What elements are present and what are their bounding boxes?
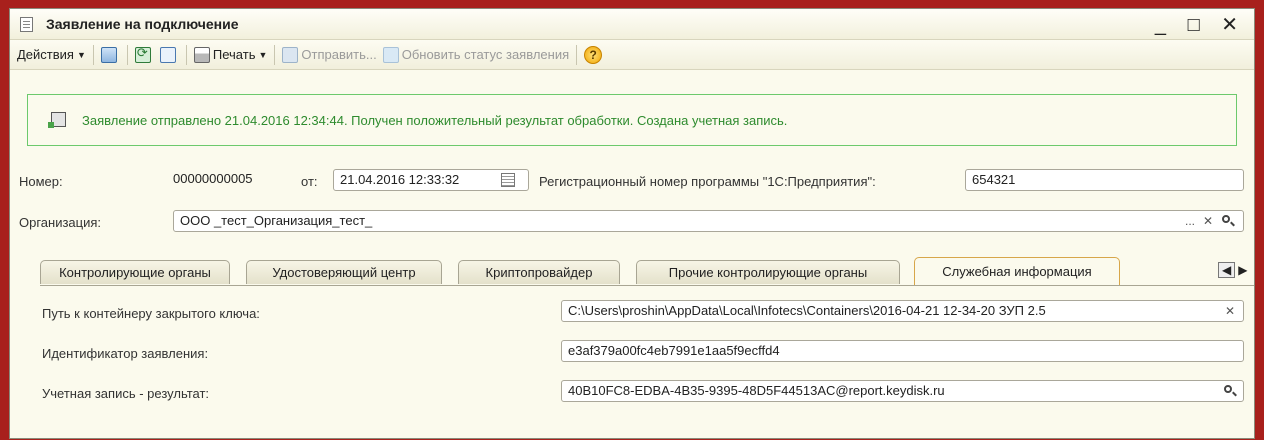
close-button[interactable]: ✕ (1221, 14, 1246, 36)
help-icon: ? (584, 45, 603, 64)
toolbar-separator (185, 44, 187, 65)
send-label: Отправить... (301, 47, 377, 62)
refresh-icon (134, 45, 151, 63)
request-id-value: e3af379a00fc4eb7991e1aa5f9ecffd4 (568, 343, 780, 358)
account-field[interactable]: 40B10FC8-EDBA-4B35-9395-48D5F44513AC@rep… (561, 380, 1244, 402)
tab-scroll-left-icon[interactable]: ◀ (1218, 262, 1236, 278)
copy-button[interactable] (157, 43, 182, 67)
actions-label: Действия (17, 47, 74, 62)
organization-label: Организация: (19, 215, 102, 230)
key-path-field[interactable]: C:\Users\proshin\AppData\Local\Infotecs\… (561, 300, 1244, 322)
status-notice-text: Заявление отправлено 21.04.2016 12:34:44… (82, 113, 788, 128)
window-controls: _ □ ✕ (1155, 12, 1246, 37)
search-icon[interactable] (1221, 214, 1235, 228)
tab-certification-center[interactable]: Удостоверяющий центр (246, 260, 442, 284)
status-notice: Заявление отправлено 21.04.2016 12:34:44… (27, 94, 1237, 146)
print-label: Печать (212, 47, 256, 62)
save-button[interactable] (98, 43, 123, 67)
toolbar-separator (274, 44, 276, 65)
key-path-label: Путь к контейнеру закрытого ключа: (42, 306, 260, 321)
application-window: Заявление на подключение _ □ ✕ Действия … (9, 8, 1255, 439)
chevron-down-icon: ▼ (76, 49, 86, 60)
from-label: от: (301, 174, 318, 189)
account-value: 40B10FC8-EDBA-4B35-9395-48D5F44513AC@rep… (568, 383, 945, 398)
actions-menu-button[interactable]: Действия ▼ (14, 43, 89, 67)
regnum-value: 654321 (972, 172, 1016, 187)
regnum-field[interactable]: 654321 (965, 169, 1244, 191)
tab-controlling-bodies[interactable]: Контролирующие органы (40, 260, 230, 284)
tab-service-info[interactable]: Служебная информация (914, 257, 1120, 286)
toolbar-separator (576, 44, 578, 65)
minimize-button[interactable]: _ (1155, 14, 1174, 36)
copy-icon (159, 46, 176, 63)
regnum-label: Регистрационный номер программы "1С:Пред… (539, 174, 876, 189)
send-button[interactable]: Отправить... (279, 43, 379, 67)
number-value: 00000000005 (173, 171, 253, 186)
calendar-icon[interactable] (501, 173, 515, 187)
printer-icon (193, 46, 210, 63)
request-id-label: Идентификатор заявления: (42, 346, 209, 361)
date-value: 21.04.2016 12:33:32 (340, 172, 460, 187)
tab-scroll: ◀ ▶ (1218, 262, 1247, 278)
request-id-field[interactable]: e3af379a00fc4eb7991e1aa5f9ecffd4 (561, 340, 1244, 362)
clear-key-path-icon[interactable]: ✕ (1222, 302, 1238, 320)
document-icon (20, 17, 33, 32)
title-bar[interactable]: Заявление на подключение _ □ ✕ (10, 9, 1254, 40)
account-label: Учетная запись - результат: (42, 386, 210, 401)
update-status-label: Обновить статус заявления (401, 47, 570, 62)
search-icon[interactable] (1223, 384, 1237, 398)
tab-other-bodies[interactable]: Прочие контролирующие органы (636, 260, 900, 284)
date-field[interactable]: 21.04.2016 12:33:32 (333, 169, 529, 191)
chevron-down-icon: ▼ (258, 49, 268, 60)
print-button[interactable]: Печать ▼ (191, 43, 271, 67)
update-status-button[interactable]: Обновить статус заявления (380, 43, 572, 67)
tab-crypto-provider[interactable]: Криптопровайдер (458, 260, 620, 284)
save-icon (100, 46, 117, 63)
toolbar-separator (126, 44, 128, 65)
organization-field[interactable]: ООО _тест_Организация_тест_ (173, 210, 1244, 232)
select-organization-button[interactable]: ... (1182, 212, 1198, 230)
maximize-button[interactable]: □ (1188, 14, 1208, 36)
number-label: Номер: (19, 174, 63, 189)
organization-value: ООО _тест_Организация_тест_ (180, 213, 373, 228)
clear-icon[interactable]: ✕ (1200, 212, 1216, 230)
window-title: Заявление на подключение (46, 16, 239, 32)
send-icon (282, 46, 299, 63)
refresh-button[interactable] (132, 43, 157, 67)
toolbar: Действия ▼ Печать ▼ Отправить... Обновит… (10, 40, 1254, 70)
key-path-value: C:\Users\proshin\AppData\Local\Infotecs\… (568, 303, 1046, 318)
notification-icon (48, 112, 66, 128)
tab-scroll-right-icon[interactable]: ▶ (1238, 263, 1247, 277)
update-status-icon (382, 46, 399, 63)
toolbar-separator (92, 44, 94, 65)
help-button[interactable]: ? (581, 43, 608, 67)
